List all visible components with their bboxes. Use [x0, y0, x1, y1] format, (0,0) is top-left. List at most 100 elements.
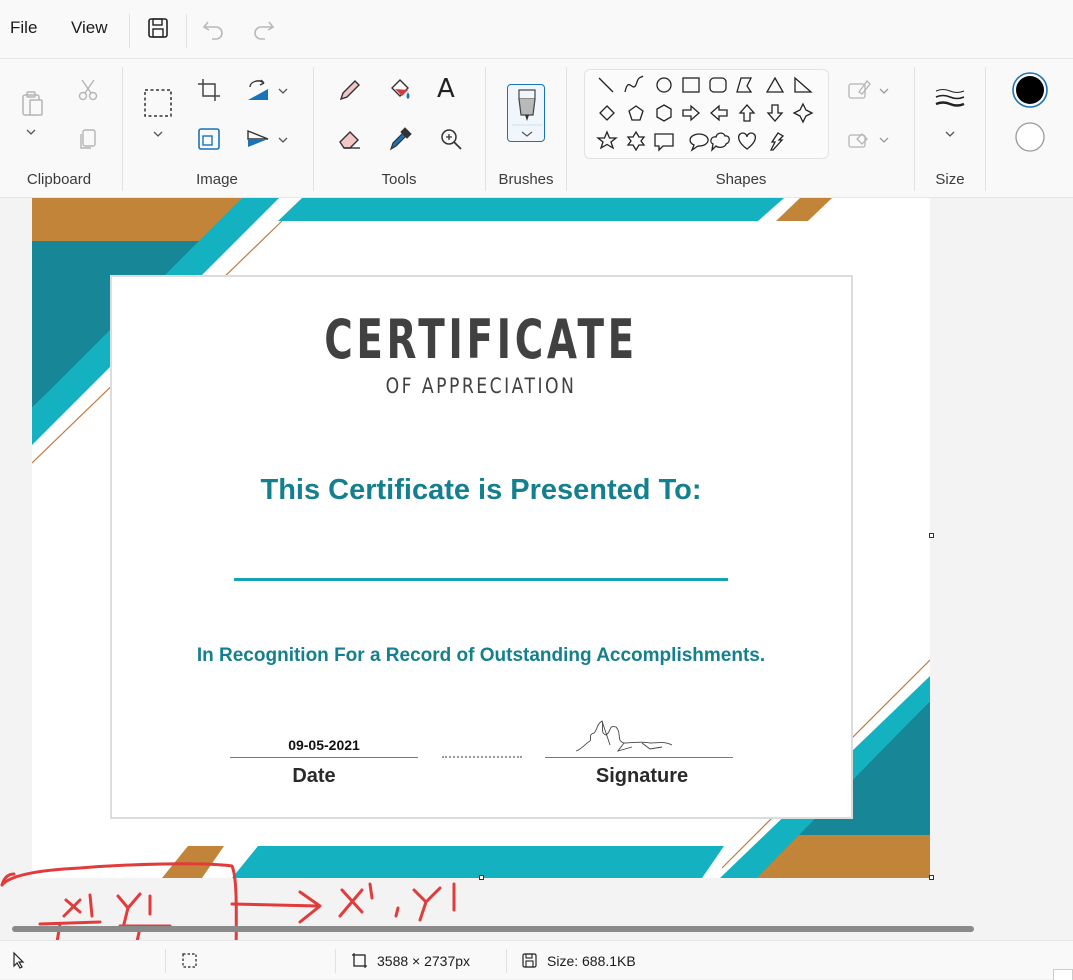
cursor-position-icon	[10, 951, 28, 969]
outline-icon[interactable]	[845, 76, 873, 104]
menu-view[interactable]: View	[71, 18, 108, 38]
chevron-down-icon[interactable]	[275, 132, 291, 148]
resize-icon[interactable]	[195, 125, 223, 153]
triangle-shape[interactable]	[765, 76, 785, 93]
flip-icon[interactable]	[244, 125, 272, 153]
eraser-icon[interactable]	[336, 125, 364, 153]
divider	[122, 67, 123, 191]
certificate-title: CERTIFICATE	[324, 308, 638, 371]
divider	[313, 67, 314, 191]
divider	[335, 949, 336, 973]
group-label-size: Size	[935, 171, 965, 188]
group-label-image: Image	[196, 171, 238, 188]
paste-icon[interactable]	[18, 89, 46, 117]
chevron-down-icon[interactable]	[941, 125, 959, 143]
pencil-icon[interactable]	[336, 76, 364, 104]
four-point-star-shape[interactable]	[792, 102, 814, 124]
group-label-tools: Tools	[381, 171, 417, 188]
resize-handle-bottom[interactable]	[479, 875, 484, 880]
shape-fill-icon[interactable]	[845, 125, 873, 153]
arrow-down-shape[interactable]	[766, 104, 784, 122]
chevron-down-icon[interactable]	[149, 125, 167, 143]
callout-cloud-shape[interactable]	[710, 132, 730, 152]
divider	[985, 67, 986, 191]
signature-label: Signature	[595, 765, 689, 787]
rounded-rectangle-shape[interactable]	[709, 77, 727, 93]
save-icon[interactable]	[144, 14, 172, 42]
chevron-down-icon[interactable]	[876, 83, 892, 99]
group-label-clipboard: Clipboard	[26, 171, 92, 188]
chevron-down-icon[interactable]	[22, 123, 40, 141]
arrow-left-shape[interactable]	[710, 104, 728, 122]
canvas-size-icon	[351, 952, 368, 969]
callout-oval-shape[interactable]	[689, 133, 709, 152]
menu-file[interactable]: File	[10, 18, 37, 38]
divider	[186, 14, 187, 48]
arrow-up-shape[interactable]	[738, 104, 756, 122]
status-bar: 3588 × 2737px Size: 688.1KB	[0, 940, 1073, 980]
heart-shape[interactable]	[737, 132, 757, 150]
callout-rectangle-shape[interactable]	[654, 133, 674, 152]
six-point-star-shape[interactable]	[626, 130, 646, 152]
divider	[129, 14, 130, 48]
diamond-shape[interactable]	[599, 105, 615, 121]
group-label-brushes: Brushes	[498, 171, 554, 188]
right-triangle-shape[interactable]	[794, 76, 813, 93]
shapes-gallery	[584, 69, 829, 159]
menu-bar: File View	[0, 0, 1073, 58]
five-point-star-shape[interactable]	[596, 130, 618, 150]
chevron-down-icon[interactable]	[275, 83, 291, 99]
crop-icon[interactable]	[195, 76, 223, 104]
resize-handle-right[interactable]	[929, 533, 934, 538]
recipient-name-line	[234, 578, 728, 581]
certificate-presented-text: This Certificate is Presented To:	[260, 474, 702, 506]
image-canvas[interactable]: CERTIFICATE OF APPRECIATION This Certifi…	[32, 198, 930, 878]
redo-icon[interactable]	[249, 14, 277, 42]
date-line	[230, 757, 418, 758]
divider	[566, 67, 567, 191]
secondary-color-swatch[interactable]	[1014, 121, 1046, 153]
resize-handle-corner[interactable]	[929, 875, 934, 880]
oval-shape[interactable]	[656, 77, 672, 93]
polygon-shape[interactable]	[736, 77, 753, 93]
certificate-subtitle: OF APPRECIATION	[385, 374, 577, 398]
canvas-area: CERTIFICATE OF APPRECIATION This Certifi…	[0, 198, 1073, 920]
arrow-right-shape[interactable]	[682, 104, 700, 122]
undo-icon[interactable]	[200, 14, 228, 42]
primary-color-swatch[interactable]	[1011, 71, 1049, 109]
divider	[165, 949, 166, 973]
canvas-dimensions: 3588 × 2737px	[377, 953, 471, 969]
copy-icon[interactable]	[74, 125, 102, 153]
certificate-date-value: 09-05-2021	[288, 737, 360, 753]
hexagon-shape[interactable]	[656, 104, 672, 122]
divider	[914, 67, 915, 191]
lightning-shape[interactable]	[769, 132, 785, 151]
pentagon-shape[interactable]	[628, 105, 644, 121]
chevron-down-icon[interactable]	[876, 132, 892, 148]
divider	[506, 949, 507, 973]
rotate-icon[interactable]	[244, 76, 272, 104]
dotted-separator	[442, 756, 522, 758]
select-icon[interactable]	[142, 87, 174, 119]
stroke-size-icon[interactable]	[934, 87, 966, 111]
curve-shape[interactable]	[624, 75, 644, 93]
divider	[485, 67, 486, 191]
certificate-recognition-text: In Recognition For a Record of Outstandi…	[196, 645, 766, 666]
file-size-icon	[521, 952, 538, 969]
date-label: Date	[292, 765, 336, 787]
selection-size-icon	[181, 952, 198, 969]
text-icon[interactable]: A	[437, 74, 465, 104]
color-picker-icon[interactable]	[386, 125, 414, 153]
brush-button[interactable]	[507, 84, 545, 142]
ribbon-toolbar: Clipboard Image A Tools Brushes Shapes S…	[0, 58, 1073, 198]
signature-image	[575, 720, 673, 752]
horizontal-scrollbar[interactable]	[12, 926, 974, 932]
cut-icon[interactable]	[74, 76, 102, 104]
rectangle-shape[interactable]	[682, 77, 700, 93]
fill-icon[interactable]	[386, 76, 414, 104]
zoom-control[interactable]	[1053, 969, 1073, 980]
group-label-shapes: Shapes	[715, 171, 767, 188]
line-shape[interactable]	[598, 77, 614, 93]
signature-line	[545, 757, 733, 758]
magnifier-icon[interactable]	[437, 125, 465, 153]
